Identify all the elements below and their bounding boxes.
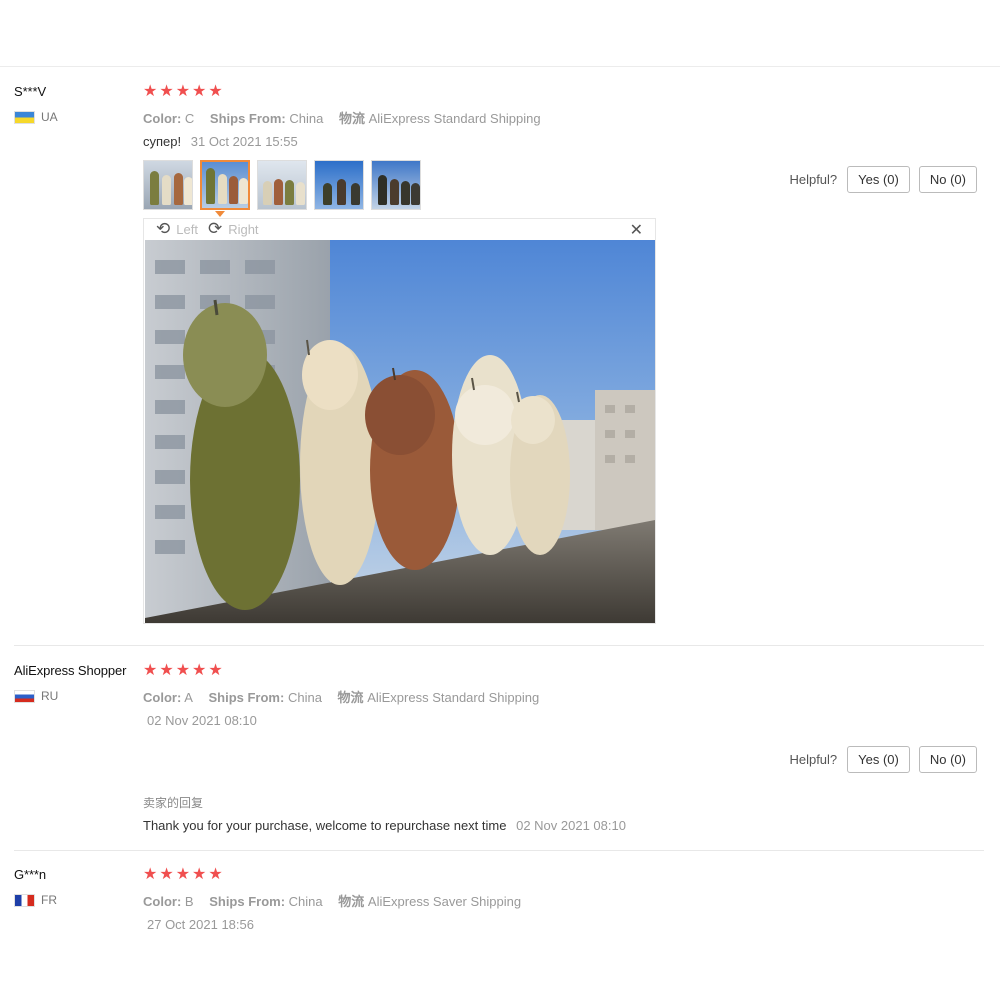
helpful-voting: Helpful? Yes (0) No (0) [789, 746, 977, 773]
review-image-thumbnails [143, 160, 421, 210]
star-icon: ★ [175, 866, 191, 883]
helpful-label: Helpful? [789, 172, 838, 187]
star-icon: ★ [143, 866, 158, 883]
helpful-label: Helpful? [789, 752, 838, 767]
review-thumbnail[interactable] [314, 160, 364, 210]
review-thumbnail-active[interactable] [200, 160, 250, 210]
ships-from-value: China [288, 894, 323, 909]
review-text-line: супер! 31 Oct 2021 15:55 [143, 134, 298, 149]
review-date: 02 Nov 2021 08:10 [147, 713, 257, 728]
seller-reply-text: Thank you for your purchase, welcome to … [143, 818, 507, 833]
rotate-right-icon: ⟳ [207, 219, 223, 238]
ships-from-label: Ships From: [209, 894, 286, 909]
star-icon: ★ [143, 662, 158, 679]
review-thumbnail[interactable] [371, 160, 421, 210]
helpful-no-button[interactable]: No (0) [918, 166, 977, 193]
reviewer-name: S***V [14, 84, 47, 99]
review-date: 27 Oct 2021 18:56 [147, 917, 254, 932]
country-code: RU [41, 689, 59, 703]
rotate-right-button[interactable]: ⟳ Right [207, 219, 259, 238]
review-item: G***n FR ★ ★ ★ ★ ★ Color: B Ships From: … [0, 864, 1000, 964]
review-text: супер! [143, 134, 182, 149]
country-code: UA [41, 110, 58, 124]
review-divider [14, 645, 984, 646]
star-icon: ★ [175, 662, 191, 679]
top-divider [0, 66, 1000, 67]
review-thumbnail[interactable] [143, 160, 193, 210]
reviewer-country: FR [14, 893, 57, 907]
helpful-yes-button[interactable]: Yes (0) [847, 746, 910, 773]
helpful-no-button[interactable]: No (0) [918, 746, 977, 773]
rotate-left-label: Left [176, 221, 198, 237]
review-item: AliExpress Shopper RU ★ ★ ★ ★ ★ Color: A… [0, 660, 1000, 851]
star-rating: ★ ★ ★ ★ ★ [143, 867, 223, 883]
star-icon: ★ [159, 83, 174, 100]
image-viewer-toolbar: ⟲ Left ⟳ Right ✕ [144, 219, 655, 239]
star-icon: ★ [192, 662, 207, 679]
order-info: Color: C Ships From: China 物流 AliExpress… [143, 108, 541, 127]
ships-from-label: Ships From: [209, 111, 286, 126]
star-icon: ★ [208, 662, 223, 679]
helpful-voting: Helpful? Yes (0) No (0) [789, 166, 977, 193]
helpful-yes-button[interactable]: Yes (0) [847, 166, 910, 193]
star-icon: ★ [159, 662, 174, 679]
rotate-right-label: Right [228, 221, 259, 237]
color-label: Color: [143, 111, 182, 126]
ships-from-value: China [289, 111, 324, 126]
ukraine-flag-icon [14, 110, 35, 124]
color-value: A [184, 690, 193, 705]
reviewer-country: RU [14, 689, 58, 703]
active-thumbnail-pointer [215, 211, 225, 217]
logistics-label: 物流 [338, 894, 365, 909]
seller-reply-title: 卖家的回复 [143, 796, 204, 810]
reviewer-name: AliExpress Shopper [14, 663, 127, 678]
country-code: FR [41, 893, 57, 907]
logistics-value: AliExpress Saver Shipping [367, 894, 522, 909]
ships-from-value: China [287, 690, 322, 705]
reviewer-name: G***n [14, 867, 47, 882]
review-date: 31 Oct 2021 15:55 [190, 134, 298, 149]
color-label: Color: [143, 894, 182, 909]
color-value: C [184, 111, 195, 126]
color-label: Color: [143, 690, 182, 705]
star-rating: ★ ★ ★ ★ ★ [143, 663, 223, 679]
logistics-value: AliExpress Standard Shipping [367, 690, 540, 705]
logistics-label: 物流 [338, 111, 365, 126]
order-info: Color: A Ships From: China 物流 AliExpress… [143, 687, 539, 706]
russia-flag-icon [14, 689, 35, 703]
logistics-value: AliExpress Standard Shipping [368, 111, 541, 126]
seller-reply: Thank you for your purchase, welcome to … [143, 818, 626, 833]
close-icon[interactable]: ✕ [630, 220, 643, 240]
review-photo-image [145, 240, 655, 623]
seller-reply-date: 02 Nov 2021 08:10 [516, 818, 626, 833]
review-photo-large [145, 240, 655, 623]
star-icon: ★ [175, 83, 191, 100]
star-icon: ★ [159, 866, 174, 883]
france-flag-icon [14, 893, 35, 907]
star-icon: ★ [192, 83, 207, 100]
rotate-left-icon: ⟲ [156, 219, 171, 238]
review-thumbnail[interactable] [257, 160, 307, 210]
star-icon: ★ [208, 83, 223, 100]
color-value: B [184, 894, 194, 909]
logistics-label: 物流 [337, 690, 364, 705]
star-rating: ★ ★ ★ ★ ★ [143, 84, 223, 100]
star-icon: ★ [143, 83, 158, 100]
image-viewer: ⟲ Left ⟳ Right ✕ [143, 218, 656, 624]
star-icon: ★ [192, 866, 207, 883]
reviewer-country: UA [14, 110, 58, 124]
ships-from-label: Ships From: [208, 690, 285, 705]
review-divider [14, 850, 984, 851]
rotate-left-button[interactable]: ⟲ Left [156, 219, 198, 238]
review-item: S***V UA ★ ★ ★ ★ ★ Color: C Ships From: … [0, 80, 1000, 646]
star-icon: ★ [208, 866, 223, 883]
order-info: Color: B Ships From: China 物流 AliExpress… [143, 891, 521, 910]
